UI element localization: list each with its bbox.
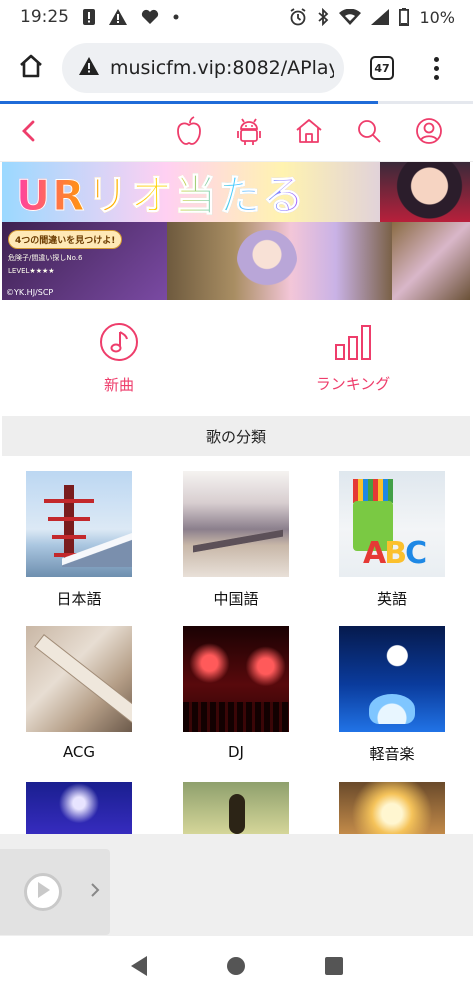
- ranking-label: ランキング: [315, 374, 391, 393]
- warning-icon: [109, 9, 127, 25]
- battery-percent: 10%: [419, 7, 455, 27]
- runner-silhouette-image: [183, 782, 289, 834]
- english-abc-image: ABC: [339, 471, 445, 577]
- category-acg[interactable]: ACG: [26, 626, 132, 761]
- app-header: [0, 104, 473, 162]
- alert-badge-icon: [83, 9, 95, 25]
- category-label: 軽音楽: [369, 745, 415, 763]
- category-tile-9[interactable]: [339, 782, 445, 834]
- category-label: 中国語: [213, 590, 259, 608]
- acg-sheet-music-image: [26, 626, 132, 732]
- alarm-icon: [289, 8, 307, 26]
- back-button[interactable]: [0, 104, 58, 162]
- letter-b: B: [384, 536, 407, 571]
- mini-player: [0, 834, 473, 936]
- ranking-button[interactable]: ランキング: [236, 300, 470, 416]
- browser-toolbar: musicfm.vip:8082/APlay 47: [0, 34, 473, 102]
- banner-artwork-right: [392, 222, 470, 300]
- play-button[interactable]: [24, 873, 62, 911]
- nav-recents-button[interactable]: [324, 956, 344, 980]
- chevron-left-icon: [21, 120, 37, 146]
- category-label: 日本語: [56, 590, 102, 608]
- new-songs-label: 新曲: [103, 375, 134, 394]
- stage-lights-image: [339, 782, 445, 834]
- app-nav-icons: [159, 104, 459, 162]
- wifi-icon: [339, 9, 362, 25]
- banner-artwork: [167, 222, 392, 300]
- android-nav-bar: [0, 936, 473, 999]
- browser-menu-button[interactable]: [434, 56, 439, 80]
- promo-banner-bottom[interactable]: 4つの間違いを見つけよ! 危険子/間違い探しNo.6 LEVEL★★★★ ©YK…: [2, 222, 470, 300]
- status-time: 19:25: [20, 7, 69, 27]
- search-icon: [356, 118, 382, 148]
- chevron-right-icon: [90, 883, 100, 902]
- menu-dot: [434, 65, 439, 71]
- music-note-icon: [99, 322, 139, 366]
- abc-letters: ABC: [363, 536, 427, 571]
- new-songs-button[interactable]: 新曲: [2, 300, 236, 416]
- feature-row: 新曲 ランキング: [2, 300, 470, 416]
- home-icon: [295, 117, 323, 149]
- home-outline-icon: [18, 53, 44, 83]
- bar-chart-icon: [334, 323, 372, 365]
- category-english[interactable]: ABC 英語: [339, 471, 445, 609]
- player-expand-button[interactable]: [90, 882, 100, 902]
- concert-crowd-image: [26, 782, 132, 834]
- pencils-graphic: [353, 479, 393, 503]
- search-nav-button[interactable]: [339, 104, 399, 162]
- category-tile-7[interactable]: [26, 782, 132, 834]
- url-text[interactable]: musicfm.vip:8082/APlay: [110, 57, 334, 79]
- status-left: 19:25: [20, 7, 179, 27]
- player-handle[interactable]: [0, 849, 110, 935]
- category-light-music[interactable]: 軽音楽: [339, 626, 445, 764]
- android-nav-button[interactable]: [219, 104, 279, 162]
- category-label: DJ: [228, 743, 244, 761]
- nav-home-button[interactable]: [226, 956, 246, 980]
- tab-switcher-button[interactable]: 47: [370, 56, 394, 80]
- android-icon: [235, 116, 263, 150]
- user-nav-button[interactable]: [399, 104, 459, 162]
- menu-dot: [434, 56, 439, 62]
- insecure-warning-icon[interactable]: [78, 56, 100, 80]
- category-dj[interactable]: DJ: [183, 626, 289, 761]
- url-bar[interactable]: musicfm.vip:8082/APlay: [62, 43, 344, 93]
- battery-icon: [399, 8, 410, 26]
- status-bar: 19:25 10%: [0, 0, 473, 34]
- chinese-great-wall-image: [183, 471, 289, 577]
- promo-banner-top[interactable]: URリオ当たる: [2, 162, 470, 222]
- user-icon: [415, 117, 443, 149]
- banner-text-panel: 4つの間違いを見つけよ! 危険子/間違い探しNo.6 LEVEL★★★★ ©YK…: [2, 222, 167, 300]
- category-japanese[interactable]: 日本語: [26, 471, 132, 609]
- dot-icon: [173, 14, 179, 20]
- banner-character-image: [380, 162, 470, 222]
- status-right: 10%: [289, 8, 455, 27]
- letter-c: C: [405, 536, 427, 571]
- banner-copyright: ©YK.HJ/SCP: [6, 288, 54, 297]
- nav-back-button[interactable]: [129, 955, 149, 981]
- banner-level: LEVEL★★★★: [8, 267, 55, 275]
- browser-home-button[interactable]: [0, 34, 62, 102]
- menu-dot: [434, 74, 439, 80]
- apple-nav-button[interactable]: [159, 104, 219, 162]
- banner-pill: 4つの間違いを見つけよ!: [8, 230, 123, 249]
- heart-icon: [141, 9, 159, 25]
- dj-concert-image: [183, 626, 289, 732]
- japanese-pagoda-image: [26, 471, 132, 577]
- signal-icon: [371, 9, 390, 25]
- letter-a: A: [363, 536, 386, 571]
- category-chinese[interactable]: 中国語: [183, 471, 289, 609]
- category-label: ACG: [62, 743, 96, 761]
- light-music-moon-image: [339, 626, 445, 732]
- promo-banner-title: URリオ当たる: [15, 162, 306, 222]
- bluetooth-icon: [317, 8, 329, 26]
- banner-subtitle: 危険子/間違い探しNo.6: [8, 254, 83, 262]
- category-label: 英語: [376, 590, 407, 608]
- category-tile-8[interactable]: [183, 782, 289, 834]
- section-title: 歌の分類: [2, 416, 470, 456]
- category-grid: 日本語 中国語 ABC 英語 ACG DJ 軽音楽: [2, 456, 470, 834]
- play-icon: [35, 881, 51, 903]
- home-nav-button[interactable]: [279, 104, 339, 162]
- apple-icon: [175, 115, 203, 150]
